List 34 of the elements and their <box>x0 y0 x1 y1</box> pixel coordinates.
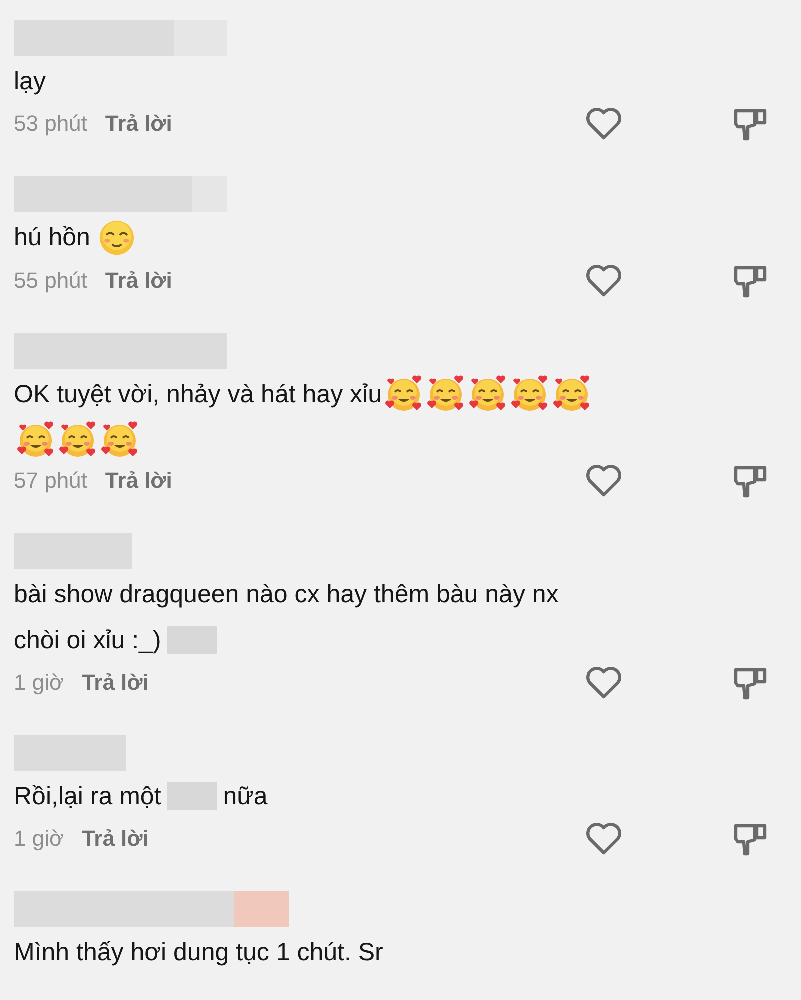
comment-text: OK tuyệt vời, nhảy và hát hay xỉu <box>14 380 382 408</box>
timestamp: 53 phút <box>14 111 88 138</box>
like-button[interactable] <box>585 107 623 142</box>
timestamp: 1 giờ <box>14 826 64 852</box>
redacted-block <box>167 782 218 810</box>
timestamp: 55 phút <box>14 268 88 294</box>
relieved-face-icon <box>98 218 136 257</box>
comment-text: lạy <box>14 67 46 96</box>
timestamp: 1 giờ <box>14 670 64 696</box>
reply-link[interactable]: Trả lời <box>82 826 149 852</box>
smiling-face-with-hearts-icon <box>100 420 140 460</box>
like-button[interactable] <box>585 264 623 298</box>
heart-icon <box>585 264 623 298</box>
smiling-face-with-hearts-icon <box>58 420 98 460</box>
timestamp: 57 phút <box>14 468 88 494</box>
like-button[interactable] <box>585 666 623 700</box>
heart-icon <box>585 464 623 498</box>
comment-text: hú hồn <box>14 224 90 252</box>
reply-link[interactable]: Trả lời <box>105 268 172 294</box>
smiling-face-with-hearts-icon <box>16 420 56 460</box>
heart-icon <box>585 666 623 700</box>
heart-icon <box>585 107 623 142</box>
like-button[interactable] <box>585 464 623 498</box>
comment-text: Rồi,lại ra một <box>14 782 162 810</box>
reply-link[interactable]: Trả lời <box>105 468 172 494</box>
like-button[interactable] <box>585 822 623 856</box>
reply-link[interactable]: Trả lời <box>82 670 149 696</box>
reply-link[interactable]: Trả lời <box>105 111 172 138</box>
comment-text: Mình thấy hơi dung tục 1 chút. Sr <box>14 938 384 967</box>
comment-text: nữa <box>223 782 268 810</box>
redacted-block <box>167 626 218 654</box>
comment-text: chòi oi xỉu :_) <box>14 626 162 654</box>
comment-text: bài show dragqueen nào cx hay thêm bàu này nx <box>14 580 559 609</box>
heart-icon <box>585 822 623 856</box>
